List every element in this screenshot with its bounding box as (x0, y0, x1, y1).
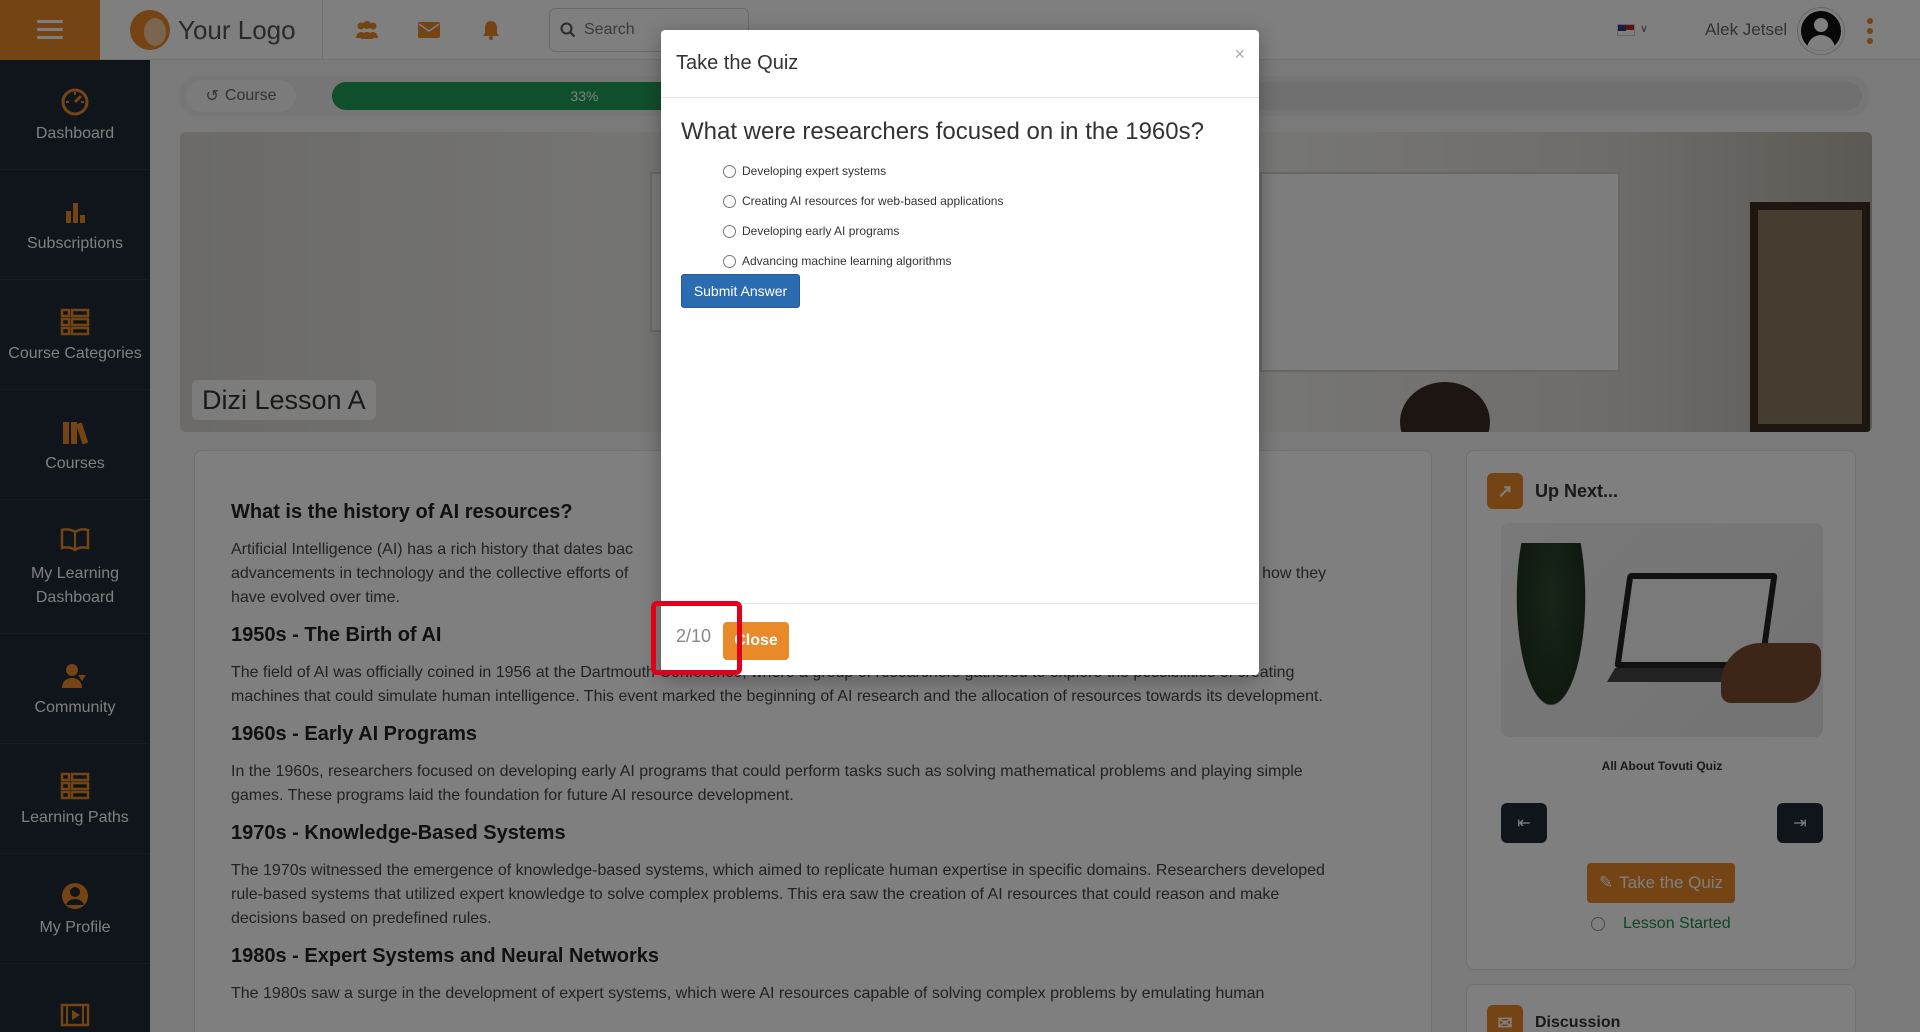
answer-option[interactable]: Developing expert systems (723, 156, 1003, 186)
close-icon[interactable]: × (1234, 44, 1245, 65)
option-label: Creating AI resources for web-based appl… (742, 194, 1004, 208)
answer-option[interactable]: Developing early AI programs (723, 216, 1003, 246)
modal-header: Take the Quiz × (661, 30, 1259, 98)
quiz-question: What were researchers focused on in the … (681, 118, 1204, 145)
option-label: Developing early AI programs (742, 224, 900, 238)
radio-button[interactable] (723, 224, 736, 238)
option-label: Developing expert systems (742, 164, 887, 178)
radio-button[interactable] (723, 194, 736, 208)
radio-button[interactable] (723, 254, 736, 268)
quiz-modal: Take the Quiz × What were researchers fo… (661, 30, 1259, 675)
radio-button[interactable] (723, 164, 736, 178)
modal-footer: 2/10 Close (661, 603, 1259, 675)
highlight-box (651, 601, 742, 675)
answer-option[interactable]: Advancing machine learning algorithms (723, 246, 1003, 276)
answer-options: Developing expert systems Creating AI re… (723, 156, 1003, 276)
option-label: Advancing machine learning algorithms (742, 254, 952, 268)
answer-option[interactable]: Creating AI resources for web-based appl… (723, 186, 1003, 216)
modal-title: Take the Quiz (676, 52, 799, 74)
submit-answer-button[interactable]: Submit Answer (681, 274, 800, 308)
